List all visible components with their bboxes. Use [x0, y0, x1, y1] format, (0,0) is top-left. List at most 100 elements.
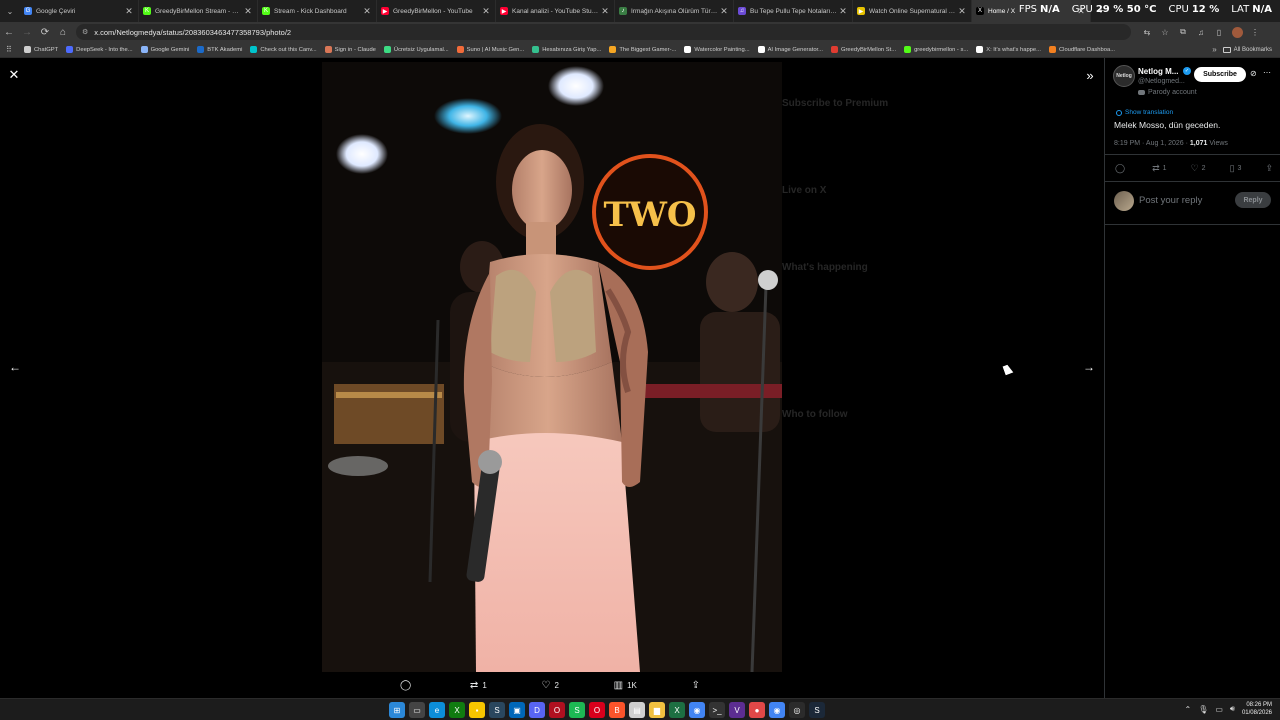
- taskbar-app-discord-icon[interactable]: D: [529, 702, 545, 718]
- bookmark-item[interactable]: Check out this Canv...: [246, 46, 320, 53]
- tray-overflow-icon[interactable]: ⌃: [1185, 705, 1192, 714]
- browser-tab[interactable]: ♪ Irmağın Akışına Ölürüm Türk... ✕: [615, 0, 734, 22]
- browser-tab[interactable]: K GreedyBirMellon Stream - Wa... ✕: [139, 0, 258, 22]
- taskbar-app-terminal-icon[interactable]: >_: [709, 702, 725, 718]
- browser-tab[interactable]: ▶ GreedyBirMellon - YouTube ✕: [377, 0, 496, 22]
- bookmarks-overflow-icon[interactable]: »: [1206, 45, 1222, 54]
- address-bar[interactable]: ⚙ x.com/Netlogmedya/status/2083603463477…: [76, 24, 1131, 40]
- bookmark-item[interactable]: GreedyBirMellon St...: [827, 46, 900, 53]
- taskbar-app-steam-icon[interactable]: S: [489, 702, 505, 718]
- clock[interactable]: 08:26 PM 01/08/2026: [1242, 701, 1272, 717]
- volume-icon[interactable]: 🔊︎: [1230, 704, 1235, 714]
- photo-reply-button[interactable]: ◯: [400, 680, 415, 691]
- taskbar-app-spotify-icon[interactable]: S: [569, 702, 585, 718]
- bookmark-item[interactable]: AI Image Generator...: [754, 46, 827, 53]
- bookmark-item[interactable]: Sign in - Claude: [321, 46, 380, 53]
- taskbar-app-files-icon[interactable]: ▭: [409, 702, 425, 718]
- apps-grid-icon[interactable]: ⠿: [6, 45, 20, 54]
- taskbar-app-store-icon[interactable]: ▣: [509, 702, 525, 718]
- photo-views-button[interactable]: ▥ 1K: [614, 680, 637, 691]
- taskbar-app-opera-icon[interactable]: O: [589, 702, 605, 718]
- bookmark-item[interactable]: Watercolor Painting...: [680, 46, 753, 53]
- tab-close-icon[interactable]: ✕: [957, 6, 967, 17]
- collapse-panel-icon[interactable]: »: [1082, 67, 1098, 83]
- next-photo-arrow-icon[interactable]: →: [1080, 358, 1098, 376]
- bookmark-button[interactable]: ▯ 3: [1230, 163, 1242, 174]
- translate-icon[interactable]: ⇆: [1141, 26, 1153, 38]
- photo-repost-button[interactable]: ⇄ 1: [470, 680, 487, 691]
- grok-icon[interactable]: ⊘: [1250, 69, 1257, 78]
- tab-close-icon[interactable]: ✕: [719, 6, 729, 17]
- reply-input[interactable]: Post your reply: [1139, 195, 1202, 206]
- network-icon[interactable]: ▭: [1215, 705, 1223, 714]
- bookmark-item[interactable]: Google Gemini: [137, 46, 194, 53]
- bookmark-item[interactable]: ChatGPT: [20, 46, 62, 53]
- bookmark-item[interactable]: greedybirmellon - s...: [900, 46, 972, 53]
- close-icon[interactable]: ✕: [6, 67, 22, 83]
- tab-close-icon[interactable]: ✕: [362, 6, 372, 17]
- taskbar-app-sticky-icon[interactable]: ▪: [469, 702, 485, 718]
- taskbar-app-xbox-icon[interactable]: X: [449, 702, 465, 718]
- taskbar-app-vs-icon[interactable]: V: [729, 702, 745, 718]
- reply-button[interactable]: ◯: [1115, 163, 1128, 174]
- more-options-icon[interactable]: ⋯: [1263, 68, 1271, 77]
- taskbar-app-start-icon[interactable]: ⊞: [389, 702, 405, 718]
- site-info-icon[interactable]: ⚙: [82, 28, 88, 36]
- taskbar-app-app-red-icon[interactable]: O: [549, 702, 565, 718]
- bookmark-item[interactable]: Suno | AI Music Gen...: [453, 46, 529, 53]
- taskbar-app-excel-icon[interactable]: X: [669, 702, 685, 718]
- taskbar-app-maps-icon[interactable]: ●: [749, 702, 765, 718]
- tab-search-icon[interactable]: ⌄: [0, 0, 20, 22]
- taskbar-app-obs-icon[interactable]: ◎: [789, 702, 805, 718]
- sidebar-icon[interactable]: ▯: [1213, 26, 1225, 38]
- tab-close-icon[interactable]: ✕: [124, 6, 134, 17]
- show-translation-link[interactable]: Show translation: [1116, 109, 1173, 116]
- browser-tab[interactable]: ▶ Watch Online Supernatural Sea... ✕: [853, 0, 972, 22]
- author-name[interactable]: Netlog M...: [1138, 67, 1178, 76]
- photo-like-button[interactable]: ♡ 2: [541, 680, 558, 691]
- browser-tab[interactable]: ▶ Kanal analizi - YouTube Studio ✕: [496, 0, 615, 22]
- extensions-icon[interactable]: ⧉: [1177, 26, 1189, 38]
- bookmark-item[interactable]: Cloudflare Dashboa...: [1045, 46, 1119, 53]
- taskbar-app-explorer-icon[interactable]: ▆: [649, 702, 665, 718]
- browser-tab[interactable]: G Google Çeviri ✕: [20, 0, 139, 22]
- profile-avatar[interactable]: [1231, 26, 1243, 38]
- back-arrow-icon[interactable]: ←: [0, 22, 18, 42]
- like-button[interactable]: ♡ 2: [1191, 163, 1206, 174]
- bookmark-item[interactable]: Ücretsiz Uygulamal...: [380, 46, 453, 53]
- tab-close-icon[interactable]: ✕: [481, 6, 491, 17]
- taskbar-app-chrome-2-icon[interactable]: ◉: [769, 702, 785, 718]
- browser-tab[interactable]: K Stream - Kick Dashboard ✕: [258, 0, 377, 22]
- all-bookmarks-button[interactable]: All Bookmarks: [1222, 46, 1280, 53]
- tab-close-icon[interactable]: ✕: [243, 6, 253, 17]
- taskbar-app-steam-2-icon[interactable]: S: [809, 702, 825, 718]
- subscribe-button[interactable]: Subscribe: [1194, 67, 1246, 82]
- media-icon[interactable]: ♫: [1195, 26, 1207, 38]
- browser-menu-icon[interactable]: ⋮: [1249, 26, 1261, 38]
- bookmark-item[interactable]: The Biggest Gamer-...: [605, 46, 680, 53]
- bookmark-item[interactable]: Hesabınıza Giriş Yap...: [528, 46, 605, 53]
- reload-icon[interactable]: ⟳: [36, 22, 54, 42]
- bookmark-star-icon[interactable]: ☆: [1159, 26, 1171, 38]
- home-icon[interactable]: ⌂: [54, 22, 72, 42]
- author-avatar[interactable]: Netlog: [1113, 65, 1135, 87]
- reply-submit-button[interactable]: Reply: [1235, 192, 1271, 208]
- taskbar-app-edge-icon[interactable]: e: [429, 702, 445, 718]
- photo-share-button[interactable]: ⇪: [692, 680, 700, 691]
- taskbar-app-brave-icon[interactable]: B: [609, 702, 625, 718]
- share-button[interactable]: ⇪: [1265, 163, 1273, 174]
- author-handle[interactable]: @Netlogmed...: [1138, 78, 1185, 85]
- taskbar-app-chrome-icon[interactable]: ◉: [689, 702, 705, 718]
- tab-close-icon[interactable]: ✕: [838, 6, 848, 17]
- bookmark-item[interactable]: X: It's what's happe...: [972, 46, 1045, 53]
- forward-arrow-icon[interactable]: →: [18, 22, 36, 42]
- post-photo[interactable]: TWO: [322, 62, 782, 672]
- browser-tab[interactable]: ♫ Bu Tepe Pullu Tepe Notaları | N... ✕: [734, 0, 853, 22]
- previous-photo-arrow-icon[interactable]: ←: [6, 358, 24, 376]
- microphone-icon[interactable]: 🎙︎: [1198, 705, 1208, 714]
- repost-button[interactable]: ⇄ 1: [1152, 163, 1166, 174]
- bookmark-item[interactable]: BTK Akademi: [193, 46, 246, 53]
- tab-close-icon[interactable]: ✕: [600, 6, 610, 17]
- bookmark-item[interactable]: DeepSeek - Into the...: [62, 46, 136, 53]
- taskbar-app-notepad-icon[interactable]: ▤: [629, 702, 645, 718]
